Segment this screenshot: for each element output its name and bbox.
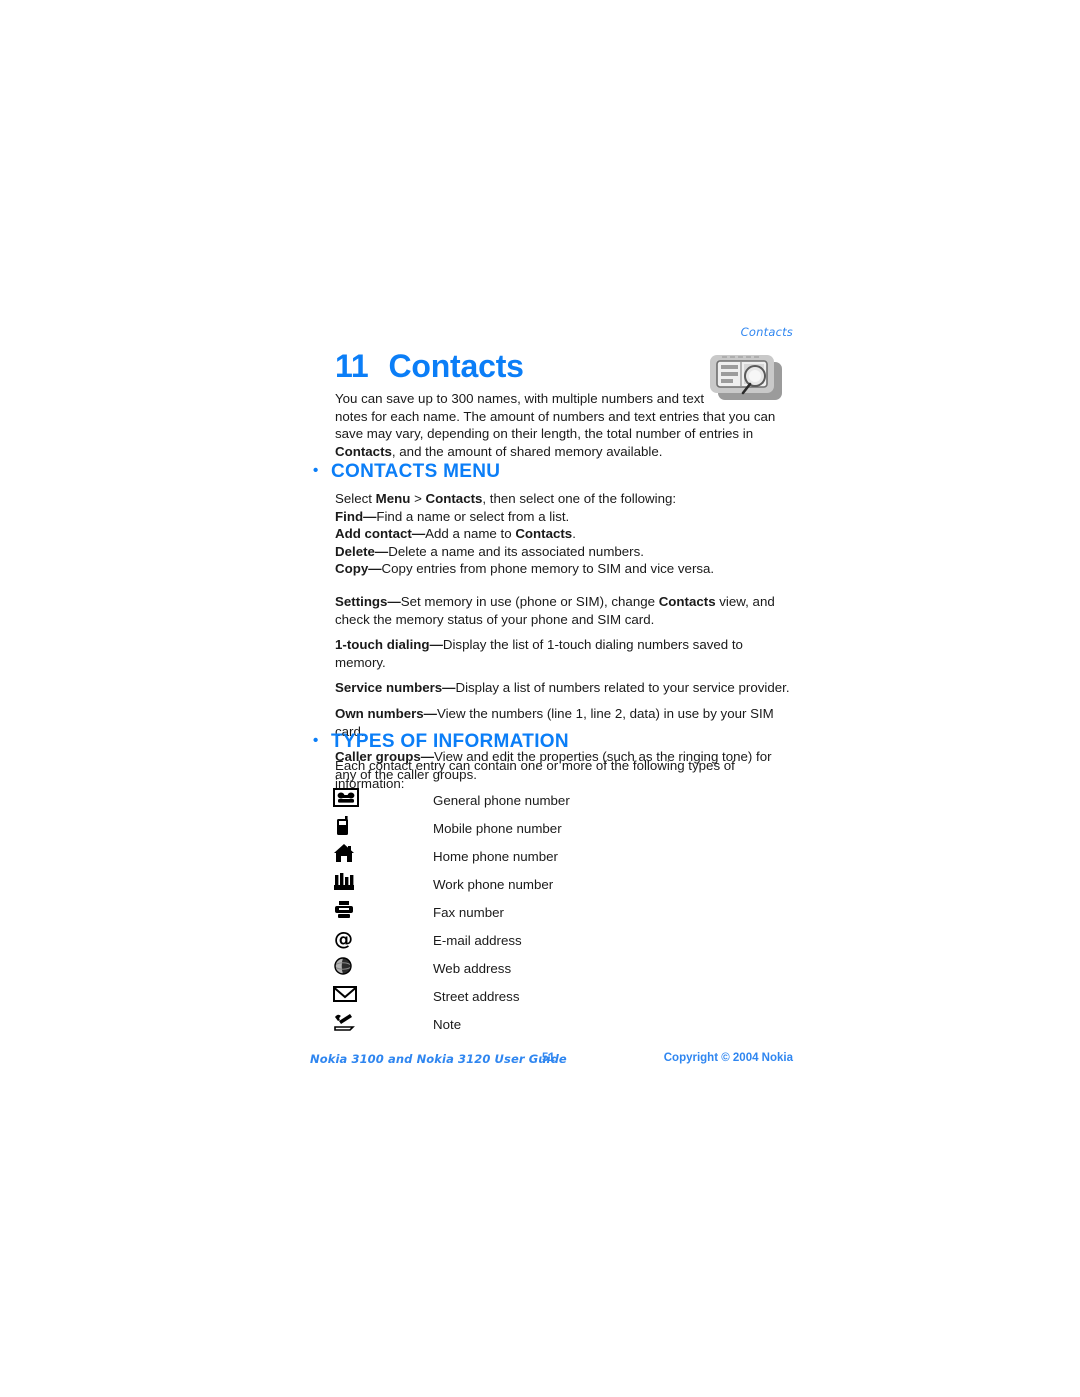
menu-item-add-contact: Add contact—Add a name to Contacts.	[335, 525, 795, 543]
telephone-icon	[333, 787, 359, 809]
information-type-label: Web address	[433, 960, 512, 976]
menu-item-dash: —	[411, 526, 426, 542]
menu-item-term: Add contact	[335, 526, 412, 542]
chapter-intro-paragraph: You can save up to 300 names, with multi…	[335, 390, 795, 460]
menu-item-term: 1-touch dialing	[335, 637, 430, 653]
menu-item-desc: Find a name or select from a list.	[376, 508, 570, 524]
icon-cell	[333, 786, 433, 814]
information-type-label: Mobile phone number	[433, 820, 562, 836]
menu-intro-line: Select Menu > Contacts, then select one …	[335, 490, 795, 508]
chapter-number: 11	[335, 348, 369, 384]
menu-item-copy: Copy—Copy entries from phone memory to S…	[335, 560, 795, 578]
section-heading-contacts-menu: • CONTACTS MENU	[313, 461, 500, 483]
menu-item-term: Own numbers	[335, 705, 424, 721]
page-footer: Nokia 3100 and Nokia 3120 User Guide 51 …	[310, 1052, 793, 1070]
table-row: Fax number	[333, 898, 793, 926]
menu-item-dash: —	[363, 508, 377, 524]
menu-item-term: Settings	[335, 594, 388, 609]
page-title: 11 Contacts	[335, 348, 524, 385]
information-types-table: General phone number Mobile phone number…	[333, 786, 793, 1038]
icon-cell	[333, 870, 433, 898]
table-row: Note	[333, 1010, 793, 1038]
information-type-label: Work phone number	[433, 876, 554, 892]
menu-item-dash: —	[423, 705, 437, 721]
menu-keyword-contacts: Contacts	[425, 491, 483, 506]
menu-item-desc: Display a list of numbers related to you…	[455, 680, 790, 696]
section-heading-label: CONTACTS MENU	[331, 461, 501, 482]
table-row: Home phone number	[333, 842, 793, 870]
menu-item-desc: Add a name to	[425, 526, 516, 542]
menu-keyword-menu: Menu	[375, 491, 411, 506]
table-row: @ E-mail address	[333, 926, 793, 954]
menu-item-find: Find—Find a name or select from a list.	[335, 508, 795, 526]
table-row: General phone number	[333, 786, 793, 814]
section-heading-label: TYPES OF INFORMATION	[331, 731, 569, 752]
pen-note-icon	[333, 1011, 359, 1033]
menu-item-settings: Settings—Set memory in use (phone or SIM…	[335, 593, 795, 628]
menu-intro-c: >	[410, 491, 426, 506]
menu-item-desc-bold: Contacts	[515, 526, 573, 542]
table-row: Web address	[333, 954, 793, 982]
menu-item-service-numbers: Service numbers—Display a list of number…	[335, 679, 795, 697]
information-type-label: Street address	[433, 988, 520, 1004]
icon-cell	[333, 842, 433, 870]
envelope-icon	[333, 983, 359, 1005]
contacts-menu-list-part-2: Settings—Set memory in use (phone or SIM…	[335, 593, 795, 783]
at-sign-icon: @	[333, 927, 359, 950]
contacts-menu-list-part-1: Select Menu > Contacts, then select one …	[335, 490, 795, 578]
icon-cell: @	[333, 926, 433, 954]
menu-intro-a: Select	[335, 491, 376, 506]
running-header: Contacts	[740, 325, 793, 339]
mobile-phone-icon	[333, 815, 359, 837]
menu-item-delete: Delete—Delete a name and its associated …	[335, 543, 795, 561]
house-icon	[333, 843, 359, 865]
bullet-icon: •	[313, 462, 319, 479]
menu-item-term: Delete	[335, 543, 375, 559]
information-type-label: E-mail address	[433, 932, 522, 948]
menu-item-dash: —	[429, 637, 443, 653]
table-row: Mobile phone number	[333, 814, 793, 842]
page-number: 51	[542, 1052, 555, 1064]
globe-icon	[333, 955, 359, 977]
menu-item-desc-tail: .	[572, 526, 576, 542]
menu-item-dash: —	[374, 543, 389, 559]
section-heading-types-of-information: • TYPES OF INFORMATION	[313, 731, 569, 753]
icon-cell	[333, 898, 433, 926]
menu-item-dash: —	[387, 594, 401, 609]
information-type-label: Home phone number	[433, 848, 558, 864]
menu-item-desc: Copy entries from phone memory to SIM an…	[381, 561, 715, 577]
icon-cell	[333, 1010, 433, 1038]
menu-item-dash: —	[368, 561, 382, 577]
icon-cell	[333, 814, 433, 842]
icon-cell	[333, 982, 433, 1010]
svg-text:@: @	[334, 928, 353, 949]
information-type-label: Note	[433, 1016, 462, 1032]
menu-item-term: Find	[335, 508, 364, 524]
footer-copyright: Copyright © 2004 Nokia	[663, 1052, 793, 1064]
intro-rest-bold: Contacts	[335, 443, 392, 459]
information-type-label: Fax number	[433, 904, 504, 920]
information-type-label: General phone number	[433, 792, 570, 808]
menu-item-term: Service numbers	[335, 680, 443, 696]
fax-machine-icon	[333, 899, 359, 921]
footer-guide-title: Nokia 3100 and Nokia 3120 User Guide	[310, 1052, 567, 1066]
menu-item-desc: Delete a name and its associated numbers…	[388, 543, 644, 559]
bullet-icon: •	[313, 732, 319, 749]
document-page: Contacts 11 Contacts You can save up to …	[0, 0, 1080, 1397]
intro-rest-b: , and the amount of shared memory availa…	[391, 443, 663, 459]
menu-item-dash: —	[442, 680, 456, 696]
chapter-title: Contacts	[388, 348, 524, 384]
intro-line-1: You can save up to 300 names, with multi…	[335, 391, 705, 406]
intro-rest-a: notes for each name. The amount of numbe…	[335, 408, 776, 442]
menu-intro-d: , then select one of the following:	[482, 491, 677, 506]
menu-item-1-touch-dialing: 1-touch dialing—Display the list of 1-to…	[335, 636, 795, 671]
menu-item-desc-bold: Contacts	[658, 594, 716, 609]
menu-item-desc: Set memory in use (phone or SIM), change	[400, 594, 659, 609]
menu-item-term: Copy	[335, 561, 369, 577]
table-row: Work phone number	[333, 870, 793, 898]
table-row: Street address	[333, 982, 793, 1010]
factory-icon	[333, 871, 359, 893]
icon-cell	[333, 954, 433, 982]
